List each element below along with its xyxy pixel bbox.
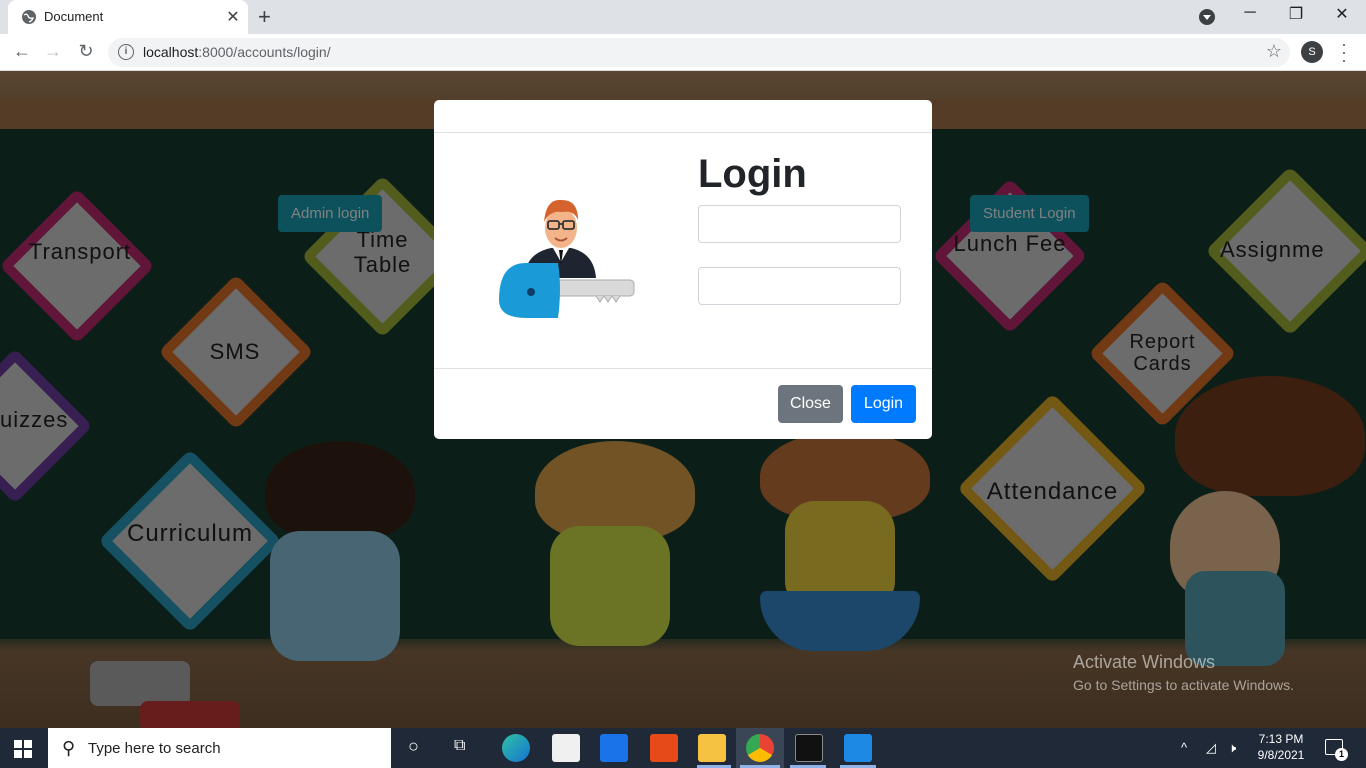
chrome-icon[interactable] xyxy=(746,734,774,762)
mail-icon[interactable] xyxy=(600,734,628,762)
browser-tab-bar: Document ✕ + ─ ❐ ✕ xyxy=(0,0,1366,34)
tab-search-icon[interactable] xyxy=(1199,9,1215,25)
windows-start-icon[interactable] xyxy=(14,740,32,758)
close-button[interactable]: Close xyxy=(778,385,843,423)
profile-avatar[interactable]: S xyxy=(1301,41,1323,63)
activate-windows-subtitle: Go to Settings to activate Windows. xyxy=(1073,677,1294,693)
clock-time: 7:13 PM xyxy=(1258,732,1304,746)
site-info-icon[interactable]: i xyxy=(118,44,134,60)
user-key-icon xyxy=(499,199,635,318)
cortana-icon[interactable]: ○ xyxy=(408,736,419,757)
modal-header xyxy=(434,100,932,133)
tab-close-icon[interactable]: ✕ xyxy=(224,7,242,27)
notification-badge: 1 xyxy=(1335,748,1348,761)
browser-toolbar: ← → ↻ i localhost:8000/accounts/login/ ☆… xyxy=(0,34,1366,71)
edge-icon[interactable] xyxy=(502,734,530,762)
browser-tab[interactable]: Document ✕ xyxy=(8,0,248,34)
task-view-icon[interactable]: ⧉ xyxy=(454,737,465,755)
tray-chevron-icon[interactable]: ^ xyxy=(1181,740,1187,755)
search-icon: ⚲ xyxy=(62,738,76,758)
office-icon[interactable] xyxy=(650,734,678,762)
back-icon[interactable]: ← xyxy=(10,41,34,62)
login-modal: Login Close Login xyxy=(434,100,932,439)
minimize-icon[interactable]: ─ xyxy=(1230,4,1270,22)
password-input[interactable] xyxy=(698,267,901,305)
kebab-menu-icon[interactable]: · · · xyxy=(1336,35,1352,69)
volume-muted-icon[interactable]: 🕨 xyxy=(1228,740,1236,756)
new-tab-button[interactable]: + xyxy=(258,4,271,30)
taskbar-search-placeholder: Type here to search xyxy=(88,740,221,757)
taskbar-search-box[interactable]: ⚲ Type here to search xyxy=(48,728,391,768)
activate-windows-title: Activate Windows xyxy=(1073,652,1216,672)
clock-date: 9/8/2021 xyxy=(1257,748,1305,762)
forward-icon[interactable]: → xyxy=(41,41,65,62)
close-window-icon[interactable]: ✕ xyxy=(1322,4,1362,24)
network-icon[interactable]: ◿ xyxy=(1206,740,1216,756)
store-icon[interactable] xyxy=(552,734,580,762)
vscode-icon[interactable] xyxy=(844,734,872,762)
username-input[interactable] xyxy=(698,205,901,243)
student-login-button[interactable]: Student Login xyxy=(970,195,1089,232)
system-clock[interactable]: 7:13 PM 9/8/2021 xyxy=(1250,731,1312,763)
login-button[interactable]: Login xyxy=(851,385,916,423)
terminal-icon[interactable] xyxy=(795,734,823,762)
address-bar[interactable]: i localhost:8000/accounts/login/ ☆ xyxy=(108,38,1290,67)
reload-icon[interactable]: ↻ xyxy=(74,41,98,62)
windows-taskbar: ⚲ Type here to search ○ ⧉ ^ ◿ 🕨 7:13 PM … xyxy=(0,728,1366,768)
globe-icon xyxy=(22,10,36,24)
admin-login-button[interactable]: Admin login xyxy=(278,195,383,232)
bookmark-star-icon[interactable]: ☆ xyxy=(1266,41,1282,62)
url-text[interactable]: localhost:8000/accounts/login/ xyxy=(143,44,331,60)
modal-title: Login xyxy=(698,152,807,196)
file-explorer-icon[interactable] xyxy=(698,734,726,762)
tab-title: Document xyxy=(44,9,104,24)
restore-icon[interactable]: ❐ xyxy=(1276,4,1316,24)
